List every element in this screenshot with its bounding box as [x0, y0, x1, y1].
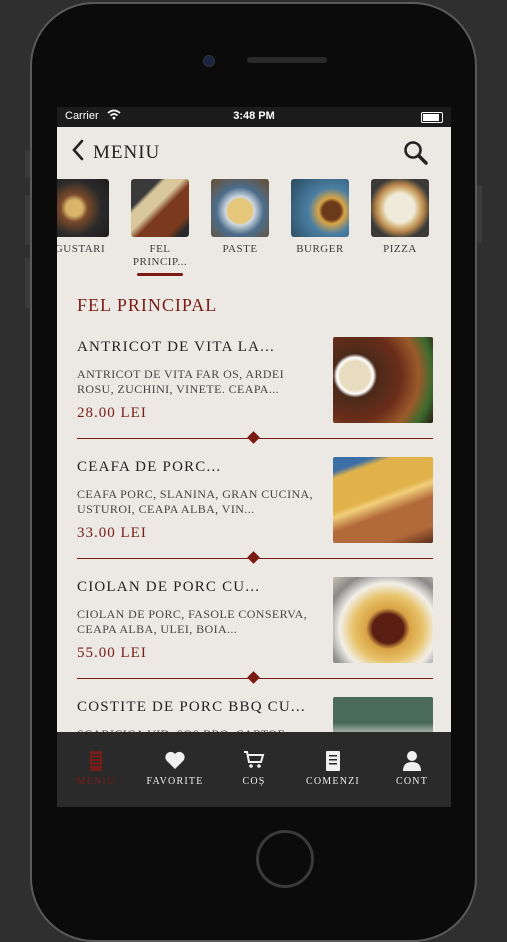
category-carousel[interactable]: GUSTARI FEL PRINCIP... PASTE BURGER PIZZ…: [57, 179, 451, 277]
category-label: BURGER: [296, 243, 344, 255]
home-button[interactable]: [256, 830, 314, 888]
search-icon[interactable]: [403, 140, 429, 166]
item-photo: [333, 457, 433, 543]
category-thumbnail: [131, 179, 189, 237]
tab-meniu[interactable]: MENIU: [63, 750, 129, 787]
tab-label: COMENZI: [306, 776, 360, 787]
front-camera: [203, 55, 215, 67]
category-thumbnail: [371, 179, 429, 237]
category-fel-principal[interactable]: FEL PRINCIP...: [131, 179, 189, 276]
battery-icon: [421, 112, 443, 123]
volume-up-button: [25, 195, 30, 245]
item-description: CIOLAN DE PORC, FASOLE CONSERVA, CEAPA A…: [77, 607, 308, 636]
category-label: GUSTARI: [57, 243, 106, 255]
item-photo: [333, 337, 433, 423]
category-burger[interactable]: BURGER: [291, 179, 349, 256]
category-label: PASTE: [222, 243, 258, 255]
mute-switch: [25, 150, 30, 178]
earpiece-speaker: [247, 57, 327, 63]
category-paste[interactable]: PASTE: [211, 179, 269, 256]
status-bar: Carrier 3:48 PM: [57, 107, 451, 127]
menu-phone-icon: [63, 750, 129, 772]
item-divider: [77, 551, 433, 564]
item-photo: [333, 577, 433, 663]
item-name: CIOLAN DE PORC CU...: [77, 579, 261, 595]
item-name: ANTRICOT DE VITA LA...: [77, 339, 275, 355]
active-category-indicator: [137, 273, 183, 276]
receipt-icon: [300, 750, 366, 772]
category-pizza[interactable]: PIZZA: [371, 179, 429, 256]
item-name: CEAFA DE PORC...: [77, 459, 222, 475]
section-title: FEL PRINCIPAL: [77, 295, 218, 315]
tab-label: FAVORITE: [146, 776, 204, 787]
tab-comenzi[interactable]: COMENZI: [300, 750, 366, 787]
nav-bar: MENIU: [57, 127, 451, 177]
tab-label: COȘ: [242, 776, 266, 787]
item-price: 33.00 LEI: [77, 525, 147, 541]
category-thumbnail: [211, 179, 269, 237]
tab-favorite[interactable]: FAVORITE: [142, 750, 208, 787]
item-divider: [77, 431, 433, 444]
app-screen: Carrier 3:48 PM MENIU GUSTARI FEL PRINCI…: [57, 107, 451, 807]
tab-label: MENIU: [76, 776, 116, 787]
item-description: ANTRICOT DE VITA FAR OS, ARDEI ROSU, ZUC…: [77, 367, 285, 396]
volume-down-button: [25, 258, 30, 308]
clock: 3:48 PM: [233, 110, 275, 122]
category-thumbnail: [291, 179, 349, 237]
category-label: FEL PRINCIP...: [132, 243, 188, 268]
page-title: MENIU: [93, 142, 161, 163]
cart-icon: [221, 750, 287, 772]
tab-label: CONT: [395, 776, 429, 787]
item-divider: [77, 671, 433, 684]
category-label: PIZZA: [383, 243, 417, 255]
tab-cont[interactable]: CONT: [379, 750, 445, 787]
category-thumbnail: [57, 179, 109, 237]
item-price: 55.00 LEI: [77, 645, 147, 661]
item-price: 28.00 LEI: [77, 405, 147, 421]
power-button: [477, 185, 482, 243]
category-gustari[interactable]: GUSTARI: [57, 179, 109, 256]
item-name: COSTITE DE PORC BBQ CU...: [77, 699, 306, 715]
heart-icon: [142, 750, 208, 772]
tab-cos[interactable]: COȘ: [221, 750, 287, 787]
user-icon: [379, 750, 445, 772]
back-chevron-icon[interactable]: [71, 139, 85, 166]
item-description: CEAFA PORC, SLANINA, GRAN CUCINA, USTURO…: [77, 487, 314, 516]
tab-bar: MENIU FAVORITE COȘ COMENZI CONT: [57, 732, 451, 807]
